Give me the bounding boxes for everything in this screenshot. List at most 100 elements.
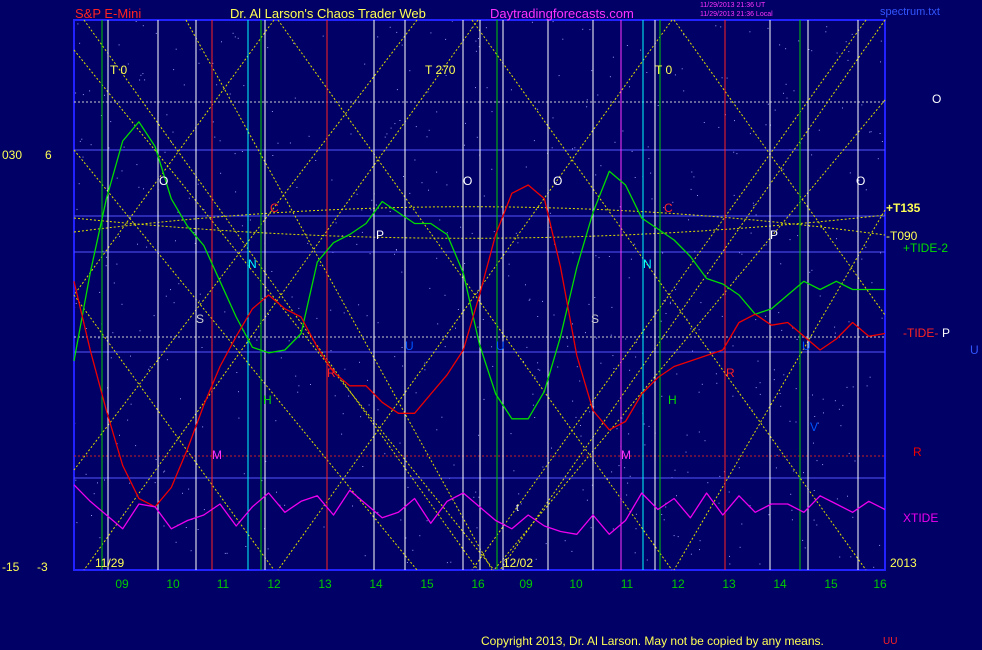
star-dot bbox=[175, 541, 177, 543]
star-dot bbox=[234, 153, 236, 155]
star-dot bbox=[612, 56, 614, 58]
footer-mark: UU bbox=[883, 636, 898, 647]
star-dot bbox=[119, 236, 120, 238]
star-dot bbox=[275, 420, 277, 422]
star-dot bbox=[188, 197, 190, 199]
marker-s: S bbox=[591, 312, 600, 326]
star-dot bbox=[732, 345, 734, 347]
star-dot bbox=[267, 47, 269, 49]
star-dot bbox=[271, 271, 273, 272]
star-dot bbox=[676, 495, 677, 497]
star-dot bbox=[483, 398, 485, 400]
star-dot bbox=[330, 350, 332, 352]
star-dot bbox=[261, 480, 263, 482]
star-dot bbox=[848, 452, 850, 454]
star-dot bbox=[691, 171, 693, 173]
star-dot bbox=[476, 136, 478, 138]
star-dot bbox=[427, 91, 429, 93]
star-dot bbox=[640, 49, 642, 51]
star-dot bbox=[243, 85, 245, 87]
star-dot bbox=[720, 26, 722, 28]
lattice-line bbox=[673, 209, 886, 571]
star-dot bbox=[880, 252, 882, 254]
star-dot bbox=[812, 394, 813, 396]
star-dot bbox=[532, 393, 534, 395]
site-link[interactable]: Daytradingforecasts.com bbox=[490, 6, 634, 21]
star-dot bbox=[316, 317, 318, 319]
star-dot bbox=[813, 490, 815, 491]
star-dot bbox=[110, 357, 112, 359]
star-dot bbox=[660, 320, 662, 322]
star-dot bbox=[155, 459, 157, 460]
star-dot bbox=[733, 194, 735, 196]
star-dot bbox=[627, 482, 629, 484]
star-dot bbox=[716, 382, 718, 384]
star-dot bbox=[551, 147, 553, 149]
star-dot bbox=[164, 470, 166, 472]
star-dot bbox=[692, 350, 693, 352]
star-dot bbox=[879, 133, 881, 134]
star-dot bbox=[719, 475, 721, 477]
star-dot bbox=[153, 315, 155, 317]
star-dot bbox=[396, 31, 398, 33]
star-dot bbox=[475, 491, 477, 493]
star-dot bbox=[384, 453, 386, 455]
star-dot bbox=[149, 366, 151, 368]
star-dot bbox=[139, 79, 141, 81]
star-dot bbox=[361, 231, 363, 233]
star-dot bbox=[478, 496, 480, 498]
star-dot bbox=[419, 535, 421, 537]
star-dot bbox=[510, 433, 512, 435]
star-dot bbox=[582, 28, 584, 30]
star-dot bbox=[232, 32, 234, 34]
star-dot bbox=[143, 188, 144, 190]
star-dot bbox=[567, 345, 569, 347]
star-dot bbox=[146, 246, 148, 248]
star-dot bbox=[854, 460, 856, 462]
star-dot bbox=[646, 559, 648, 561]
marker-t0-a: T 0 bbox=[110, 63, 128, 77]
label-tide-p: P bbox=[942, 326, 951, 340]
star-dot bbox=[571, 550, 573, 552]
star-dot bbox=[135, 445, 137, 447]
star-dot bbox=[137, 243, 138, 245]
lattice-line bbox=[73, 49, 495, 571]
star-dot bbox=[881, 141, 883, 142]
star-dot bbox=[464, 263, 466, 264]
lattice-line bbox=[673, 19, 886, 316]
lattice-line bbox=[73, 149, 418, 571]
star-dot bbox=[741, 253, 743, 255]
star-dot bbox=[322, 35, 324, 37]
star-dot bbox=[834, 400, 836, 402]
star-dot bbox=[528, 299, 530, 301]
star-dot bbox=[437, 323, 439, 325]
star-dot bbox=[513, 470, 515, 472]
star-dot bbox=[390, 127, 392, 129]
star-dot bbox=[82, 94, 84, 96]
star-dot bbox=[343, 312, 345, 314]
star-dot bbox=[634, 243, 636, 245]
star-dot bbox=[566, 337, 568, 339]
star-dot bbox=[773, 379, 775, 381]
star-dot bbox=[140, 74, 142, 76]
star-dot bbox=[591, 70, 593, 72]
star-dot bbox=[136, 164, 138, 166]
star-dot bbox=[572, 148, 573, 150]
marker-t270: T 270 bbox=[425, 63, 456, 77]
star-dot bbox=[600, 165, 602, 167]
star-dot bbox=[718, 502, 720, 504]
star-dot bbox=[686, 434, 688, 436]
star-dot bbox=[108, 147, 110, 149]
star-dot bbox=[685, 451, 687, 453]
x-tick-label: 11 bbox=[621, 577, 634, 591]
star-dot bbox=[298, 307, 300, 309]
star-dot bbox=[647, 146, 649, 148]
star-dot bbox=[757, 360, 759, 362]
star-dot bbox=[476, 527, 478, 529]
star-dot bbox=[377, 322, 379, 324]
star-dot bbox=[721, 77, 723, 79]
star-dot bbox=[185, 527, 187, 528]
star-dot bbox=[785, 83, 787, 85]
lattice-line bbox=[499, 19, 886, 571]
star-dot bbox=[611, 306, 613, 308]
